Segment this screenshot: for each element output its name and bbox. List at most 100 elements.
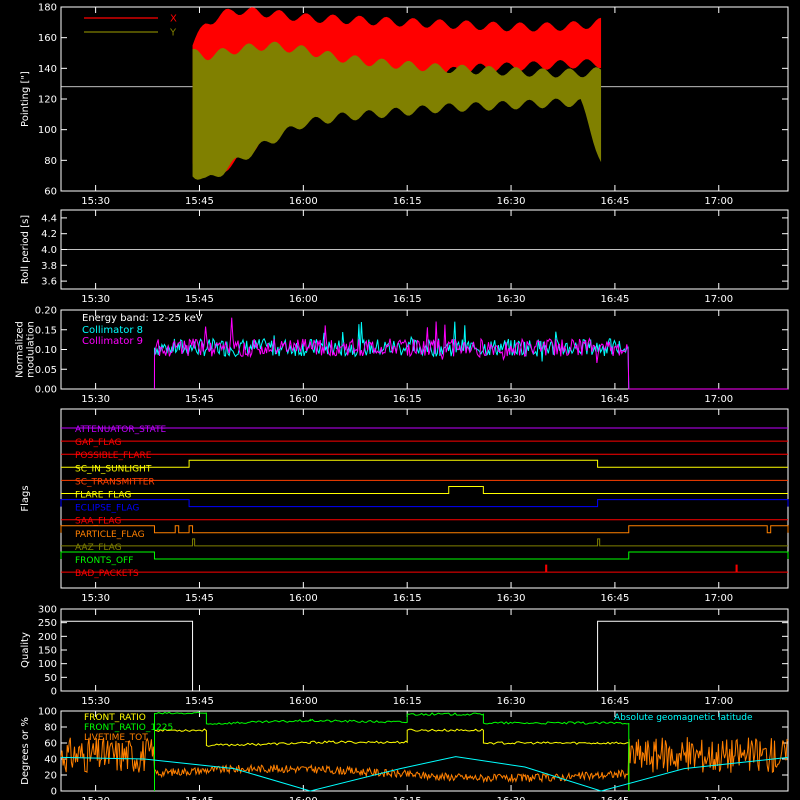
ratio-series-front-ratio-1225 xyxy=(154,711,630,791)
roll-ytick-label: 3.8 xyxy=(41,261,57,272)
flags-xtick-label: 17:00 xyxy=(704,593,733,604)
modulation-ylabel: modulation xyxy=(26,321,37,378)
flags-xtick-label: 16:45 xyxy=(600,593,629,604)
quality-ytick-label: 200 xyxy=(38,632,57,643)
modulation-ytick-label: 0.20 xyxy=(35,306,57,317)
flag-line-fronts-off xyxy=(60,551,789,560)
pointing-xtick-label: 15:45 xyxy=(185,196,214,207)
quality-xtick-label: 16:00 xyxy=(289,696,318,707)
quality-ytick-label: 300 xyxy=(38,605,57,616)
pointing-legend-label-x: X xyxy=(170,14,177,25)
flag-line-flare-flag xyxy=(61,486,788,494)
ratio-panel: 15:30 15:45 16:00 16:15 16:30 16:45 17:00 0 20 40… xyxy=(20,707,789,800)
modulation-xtick-label: 16:30 xyxy=(497,394,526,405)
pointing-ytick-label: 60 xyxy=(44,187,57,198)
modulation-xtick-label: 15:45 xyxy=(185,394,214,405)
roll-xtick-label: 16:45 xyxy=(600,294,629,305)
flags-xtick-label: 16:30 xyxy=(497,593,526,604)
modulation-ytick-label: 0.15 xyxy=(35,325,57,336)
roll-period-panel: 15:30 15:45 16:00 16:15 16:30 16:45 17:00 3.6 3.… xyxy=(20,209,789,305)
quality-ytick-label: 0 xyxy=(51,687,57,698)
quality-line xyxy=(61,620,788,692)
roll-ytick-label: 4.4 xyxy=(41,213,57,224)
modulation-xtick-label: 16:45 xyxy=(600,394,629,405)
ratio-xtick-label: 16:30 xyxy=(497,796,526,800)
flag-label-gap-flag: GAP_FLAG xyxy=(75,438,121,448)
flag-label-aaz-flag: AAZ_FLAG xyxy=(75,543,122,553)
roll-xtick-label: 15:30 xyxy=(81,294,110,305)
ratio-legend-front-ratio: FRONT_RATIO xyxy=(84,713,146,723)
pointing-ytick-label: 140 xyxy=(38,64,57,75)
flag-line-aaz-flag xyxy=(61,538,788,547)
flag-label-sc-transmitter: SC_TRANSMITTER xyxy=(75,477,155,487)
quality-ylabel: Quality xyxy=(20,632,31,668)
modulation-panel: 15:30 15:45 16:00 16:15 16:30 16:45 17:00 0.00 0… xyxy=(15,306,789,405)
pointing-xtick-label: 15:30 xyxy=(81,196,110,207)
figure: 15:30 15:45 16:00 16:15 16:30 16:45 17:00 60 80 1… xyxy=(15,3,789,800)
modulation-ytick-label: 0.05 xyxy=(35,365,57,376)
modulation-legend-8: Collimator 8 xyxy=(82,325,143,336)
flags-ylabel: Flags xyxy=(20,485,31,511)
ratio-xtick-label: 16:45 xyxy=(600,796,629,800)
flag-label-eclipse-flag: ECLIPSE_FLAG xyxy=(75,504,139,514)
pointing-ytick-label: 180 xyxy=(38,3,57,14)
modulation-xtick-label: 16:15 xyxy=(393,394,422,405)
ratio-xtick-label: 15:30 xyxy=(81,796,110,800)
quality-xtick-label: 16:15 xyxy=(393,696,422,707)
ratio-xtick-label: 16:15 xyxy=(393,796,422,800)
pointing-ytick-label: 80 xyxy=(44,156,57,167)
modulation-legend-9: Collimator 9 xyxy=(82,336,143,347)
quality-xtick-label: 17:00 xyxy=(704,696,733,707)
quality-ytick-label: 250 xyxy=(38,618,57,629)
flags-xtick-label: 15:30 xyxy=(81,593,110,604)
modulation-xtick-label: 16:00 xyxy=(289,394,318,405)
ratio-legend-livetime-tot: LIVETIME_TOT xyxy=(84,733,148,743)
pointing-xtick-label: 16:00 xyxy=(289,196,318,207)
flag-label-particle-flag: PARTICLE_FLAG xyxy=(75,530,145,540)
ratio-ytick-label: 100 xyxy=(38,707,57,718)
modulation-annotation: Energy band: 12-25 keV xyxy=(82,313,203,324)
pointing-ytick-label: 120 xyxy=(38,95,57,106)
ratio-series-absolute-geomagnetic-latitude xyxy=(60,756,789,792)
modulation-series-9 xyxy=(153,317,788,390)
quality-ytick-label: 50 xyxy=(44,673,57,684)
ratio-annotation: Absolute geomagnetic latitude xyxy=(614,713,753,723)
modulation-series-8 xyxy=(153,321,788,390)
quality-xtick-label: 15:30 xyxy=(81,696,110,707)
pointing-ytick-label: 160 xyxy=(38,33,57,44)
pointing-panel: 15:30 15:45 16:00 16:15 16:30 16:45 17:00 60 80 1… xyxy=(20,3,789,207)
flags-frame xyxy=(60,408,789,589)
ratio-ylabel: Degrees or % xyxy=(20,717,31,785)
flag-line-sc-in-sunlight xyxy=(61,459,788,468)
roll-xtick-label: 15:45 xyxy=(185,294,214,305)
pointing-xtick-label: 16:45 xyxy=(600,196,629,207)
quality-panel: 15:30 15:45 16:00 16:15 16:30 16:45 17:00 0 50 10… xyxy=(20,605,789,707)
roll-xtick-label: 16:00 xyxy=(289,294,318,305)
ratio-ytick-label: 80 xyxy=(44,723,57,734)
quality-xtick-label: 16:45 xyxy=(600,696,629,707)
quality-ytick-label: 150 xyxy=(38,646,57,657)
quality-ytick-label: 100 xyxy=(38,659,57,670)
pointing-ylabel: Pointing ["] xyxy=(20,71,31,127)
flag-line-eclipse-flag xyxy=(60,499,789,508)
flag-label-possible-flare: POSSIBLE_FLARE xyxy=(75,451,152,461)
flag-line-particle-flag xyxy=(60,525,789,534)
modulation-ytick-label: 0.00 xyxy=(35,385,57,396)
roll-xtick-label: 17:00 xyxy=(704,294,733,305)
roll-ytick-label: 4.0 xyxy=(41,245,57,256)
modulation-xtick-label: 15:30 xyxy=(81,394,110,405)
flags-xtick-label: 16:00 xyxy=(289,593,318,604)
pointing-xtick-label: 16:15 xyxy=(393,196,422,207)
ratio-series-front-ratio xyxy=(154,728,630,791)
flags-panel: 15:30 15:45 16:00 16:15 16:30 16:45 17:00 Flags… xyxy=(20,408,789,604)
ratio-ytick-label: 40 xyxy=(44,755,57,766)
flag-label-bad-packets: BAD_PACKETS xyxy=(75,569,139,579)
flag-label-fronts-off: FRONTS_OFF xyxy=(75,556,133,566)
modulation-ytick-label: 0.10 xyxy=(35,345,57,356)
modulation-xtick-label: 17:00 xyxy=(704,394,733,405)
ratio-legend-front-ratio-1225: FRONT_RATIO_1225 xyxy=(84,723,173,733)
pointing-legend-label-y: Y xyxy=(169,28,177,39)
quality-xtick-label: 15:45 xyxy=(185,696,214,707)
flag-line-bad-packets xyxy=(61,564,788,573)
ratio-ytick-label: 20 xyxy=(44,771,57,782)
